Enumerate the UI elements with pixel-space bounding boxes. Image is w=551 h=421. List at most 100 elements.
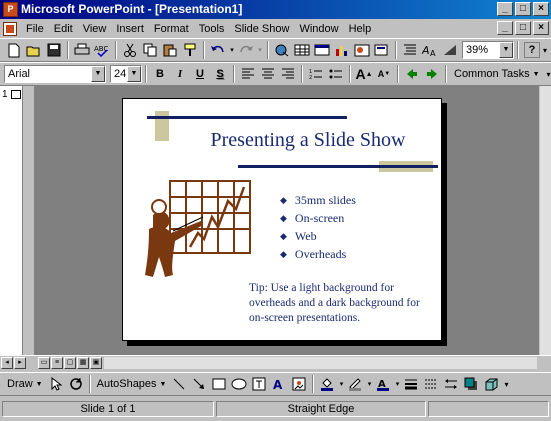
- spelling-icon[interactable]: ABC: [92, 40, 112, 60]
- copy-icon[interactable]: [140, 40, 160, 60]
- expand-all-icon[interactable]: [400, 40, 420, 60]
- autoshapes-menu-button[interactable]: AutoShapes ▼: [94, 378, 170, 390]
- save-icon[interactable]: [44, 40, 64, 60]
- slide-sorter-view-icon[interactable]: ▦: [77, 357, 89, 369]
- draw-menu-button[interactable]: Draw ▼: [4, 378, 46, 390]
- free-rotate-icon[interactable]: [66, 374, 86, 394]
- bold-button[interactable]: B: [150, 64, 170, 84]
- common-tasks-button[interactable]: Common Tasks ▼: [450, 68, 544, 80]
- menu-insert[interactable]: Insert: [111, 23, 149, 35]
- shadow-icon[interactable]: [461, 374, 481, 394]
- grayscale-preview-icon[interactable]: [440, 40, 460, 60]
- maximize-button[interactable]: □: [515, 2, 531, 16]
- redo-dropdown-icon[interactable]: ▾: [256, 40, 264, 60]
- insert-chart-icon[interactable]: [332, 40, 352, 60]
- line-icon[interactable]: [169, 374, 189, 394]
- insert-hyperlink-icon[interactable]: [272, 40, 292, 60]
- slide-show-view-icon[interactable]: ▣: [90, 357, 102, 369]
- presenter-chart-clipart[interactable]: [135, 177, 255, 287]
- outline-view-icon[interactable]: ≡: [51, 357, 63, 369]
- more-buttons-icon[interactable]: ▾: [540, 40, 550, 60]
- font-color-dropdown-icon[interactable]: ▾: [393, 374, 401, 394]
- powerpoint-icon[interactable]: P: [3, 2, 18, 17]
- arrow-icon[interactable]: [189, 374, 209, 394]
- slide-icon[interactable]: [11, 90, 21, 99]
- align-right-icon[interactable]: [278, 64, 298, 84]
- align-center-icon[interactable]: [258, 64, 278, 84]
- underline-button[interactable]: U: [190, 64, 210, 84]
- fill-color-dropdown-icon[interactable]: ▾: [337, 374, 345, 394]
- dash-style-icon[interactable]: [421, 374, 441, 394]
- font-color-icon[interactable]: A: [373, 374, 393, 394]
- more-buttons-icon[interactable]: ▾: [544, 64, 551, 84]
- chevron-down-icon[interactable]: ▼: [91, 66, 105, 82]
- insert-picture-icon[interactable]: [289, 374, 309, 394]
- font-size-select[interactable]: 24 ▼: [110, 65, 142, 83]
- redo-icon[interactable]: [236, 40, 256, 60]
- format-painter-icon[interactable]: [180, 40, 200, 60]
- more-buttons-icon[interactable]: ▾: [501, 374, 511, 394]
- line-style-icon[interactable]: [401, 374, 421, 394]
- paste-icon[interactable]: [160, 40, 180, 60]
- text-box-icon[interactable]: [249, 374, 269, 394]
- chevron-down-icon[interactable]: ▼: [499, 42, 513, 58]
- slide-view-icon[interactable]: ▢: [64, 357, 76, 369]
- promote-icon[interactable]: [402, 64, 422, 84]
- new-icon[interactable]: [4, 40, 24, 60]
- doc-restore-button[interactable]: □: [515, 21, 531, 35]
- outline-pane[interactable]: 1: [0, 86, 23, 355]
- help-icon[interactable]: ?: [524, 42, 540, 58]
- demote-icon[interactable]: [422, 64, 442, 84]
- align-left-icon[interactable]: [238, 64, 258, 84]
- document-icon[interactable]: [3, 21, 17, 36]
- increase-font-size-icon[interactable]: A ▲: [354, 64, 374, 84]
- menu-view[interactable]: View: [78, 23, 112, 35]
- vertical-scrollbar[interactable]: [539, 86, 551, 355]
- fill-color-icon[interactable]: [317, 374, 337, 394]
- decrease-font-size-icon[interactable]: A ▼: [374, 64, 394, 84]
- menu-edit[interactable]: Edit: [49, 23, 78, 35]
- slide-title[interactable]: Presenting a Slide Show: [183, 129, 433, 152]
- cut-icon[interactable]: [120, 40, 140, 60]
- insert-clipart-icon[interactable]: [352, 40, 372, 60]
- line-color-dropdown-icon[interactable]: ▾: [365, 374, 373, 394]
- rectangle-icon[interactable]: [209, 374, 229, 394]
- normal-view-icon[interactable]: ▭: [38, 357, 50, 369]
- close-button[interactable]: ×: [533, 2, 549, 16]
- open-icon[interactable]: [24, 40, 44, 60]
- menu-slide-show[interactable]: Slide Show: [229, 23, 294, 35]
- tip-text[interactable]: Tip: Use a light background for overhead…: [249, 281, 429, 326]
- undo-icon[interactable]: [208, 40, 228, 60]
- bullets-icon[interactable]: [326, 64, 346, 84]
- chevron-down-icon[interactable]: ▼: [127, 66, 141, 82]
- insert-table-icon[interactable]: [312, 40, 332, 60]
- shadow-button[interactable]: S: [210, 64, 230, 84]
- menu-format[interactable]: Format: [149, 23, 194, 35]
- line-color-icon[interactable]: [345, 374, 365, 394]
- slide-canvas[interactable]: Presenting a Slide Show ◆ 35mm slides ◆ On…: [122, 98, 442, 341]
- title-bar[interactable]: P Microsoft PowerPoint - [Presentation1]…: [0, 0, 551, 19]
- italic-button[interactable]: I: [170, 64, 190, 84]
- minimize-button[interactable]: _: [497, 2, 513, 16]
- menu-file[interactable]: File: [21, 23, 49, 35]
- select-objects-icon[interactable]: [46, 374, 66, 394]
- arrow-style-icon[interactable]: [441, 374, 461, 394]
- menu-tools[interactable]: Tools: [194, 23, 230, 35]
- scroll-right-icon[interactable]: ▸: [14, 357, 26, 369]
- menu-help[interactable]: Help: [344, 23, 377, 35]
- horizontal-scrollbar[interactable]: [104, 357, 537, 369]
- scroll-left-icon[interactable]: ◂: [1, 357, 13, 369]
- undo-dropdown-icon[interactable]: ▾: [228, 40, 236, 60]
- oval-icon[interactable]: [229, 374, 249, 394]
- new-slide-icon[interactable]: [372, 40, 392, 60]
- numbering-icon[interactable]: 12: [306, 64, 326, 84]
- zoom-select[interactable]: 39% ▼: [462, 41, 514, 59]
- doc-minimize-button[interactable]: _: [497, 21, 513, 35]
- wordart-icon[interactable]: A: [269, 374, 289, 394]
- tables-borders-icon[interactable]: [292, 40, 312, 60]
- 3d-icon[interactable]: [481, 374, 501, 394]
- show-formatting-icon[interactable]: AA: [420, 40, 440, 60]
- print-icon[interactable]: [72, 40, 92, 60]
- bullet-list[interactable]: ◆ 35mm slides ◆ On-screen ◆ Web ◆ Overheads: [280, 191, 356, 263]
- doc-close-button[interactable]: ×: [533, 21, 549, 35]
